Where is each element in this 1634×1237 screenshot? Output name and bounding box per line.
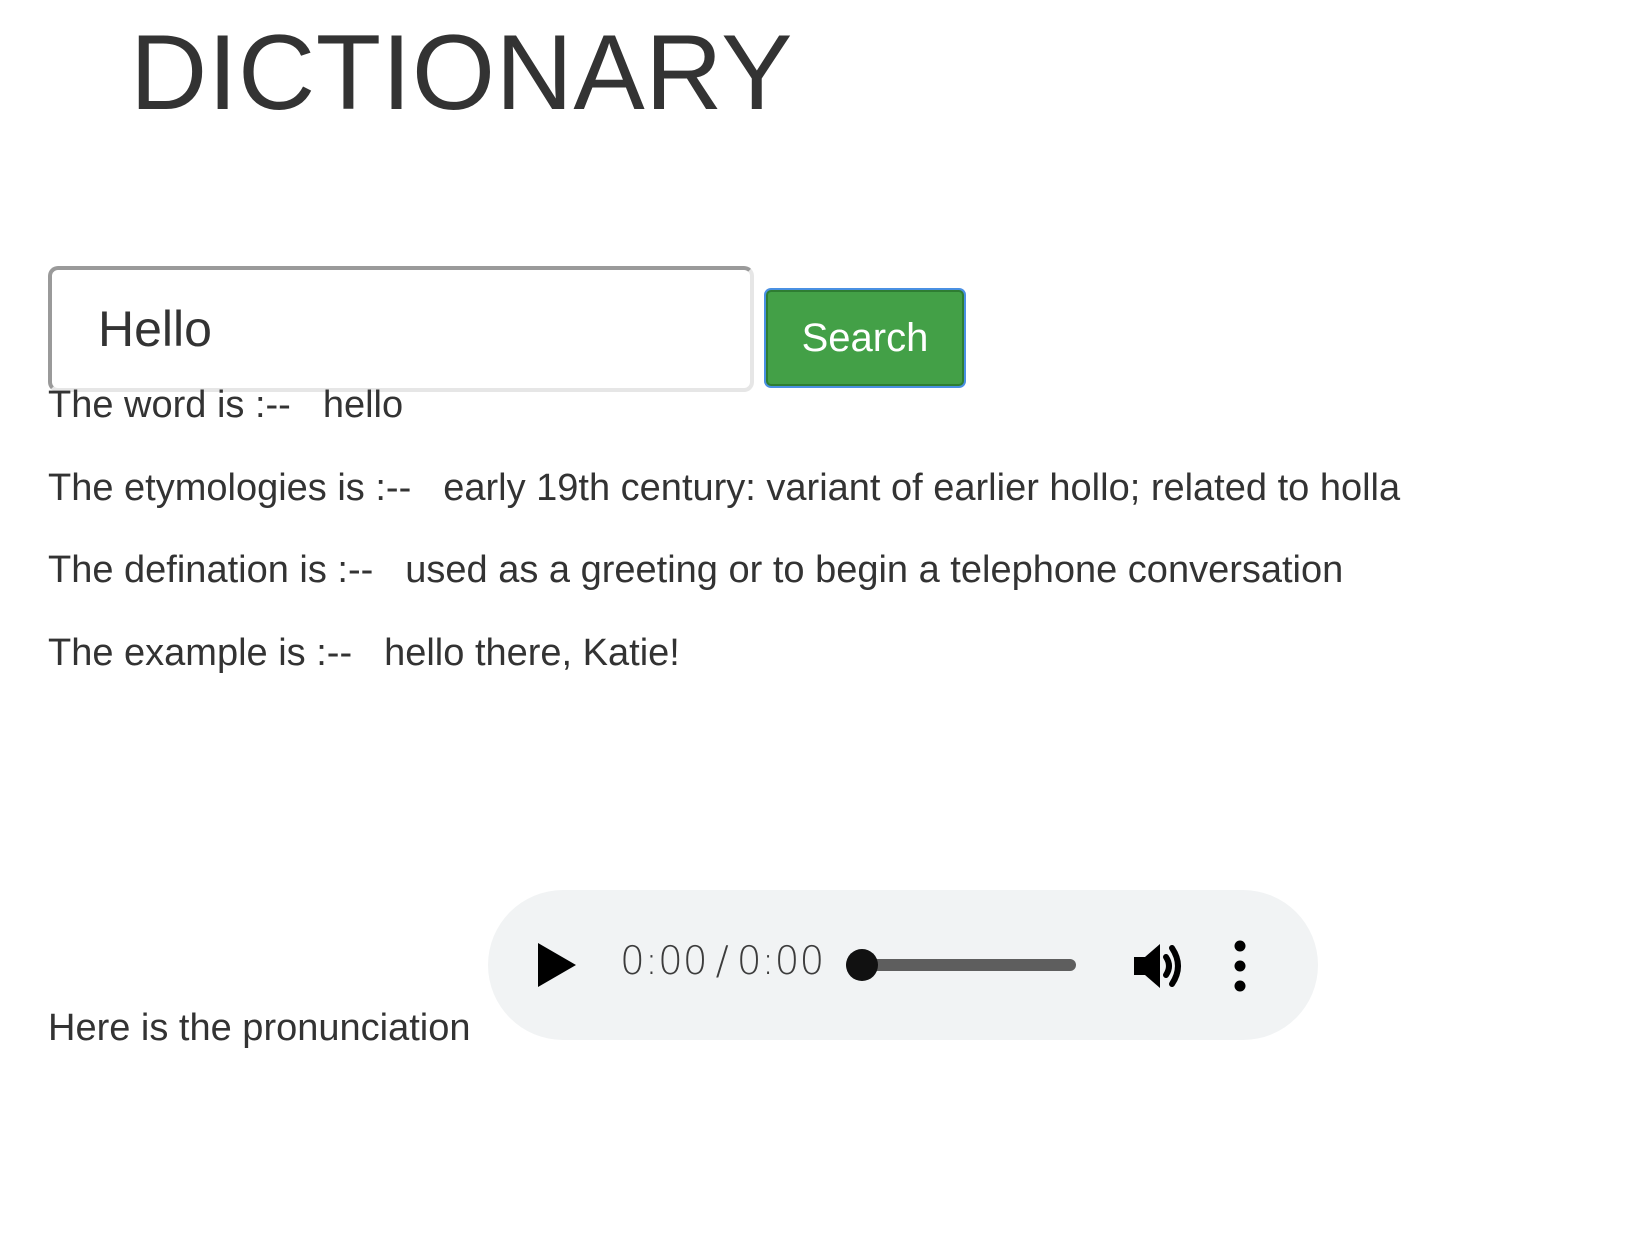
seek-bar[interactable] (846, 949, 1076, 981)
audio-player: 0:00/0:00 (488, 890, 1318, 1040)
definition-result: The defination is :-- used as a greeting … (48, 551, 1343, 589)
time-separator: / (715, 939, 729, 984)
example-value: hello there, Katie! (384, 632, 680, 674)
current-time: 0:00 (620, 939, 708, 984)
volume-button[interactable] (1130, 938, 1188, 994)
seek-track (846, 959, 1076, 971)
word-label: The word is :-- (48, 384, 291, 426)
more-options-button[interactable] (1230, 938, 1250, 994)
etymology-result: The etymologies is :-- early 19th century… (48, 469, 1400, 507)
volume-icon (1134, 944, 1181, 988)
search-input[interactable] (48, 266, 754, 392)
word-result: The word is :-- hello (48, 386, 403, 424)
play-icon (538, 943, 576, 987)
definition-label: The defination is :-- (48, 549, 374, 591)
duration: 0:00 (736, 939, 825, 984)
pronunciation-label: Here is the pronunciation (48, 1007, 471, 1049)
word-value: hello (322, 384, 404, 426)
example-label: The example is :-- (48, 632, 353, 674)
time-display: 0:00/0:00 (620, 942, 824, 981)
etymology-value: early 19th century: variant of earlier h… (443, 467, 1401, 509)
definition-value: used as a greeting or to begin a telepho… (405, 549, 1344, 591)
play-button[interactable] (530, 937, 586, 993)
example-result: The example is :-- hello there, Katie! (48, 634, 680, 672)
search-button[interactable]: Search (766, 290, 964, 386)
more-vertical-icon (1234, 940, 1246, 992)
page-title: DICTIONARY (130, 12, 793, 132)
seek-thumb[interactable] (846, 949, 878, 981)
etymology-label: The etymologies is :-- (48, 467, 412, 509)
